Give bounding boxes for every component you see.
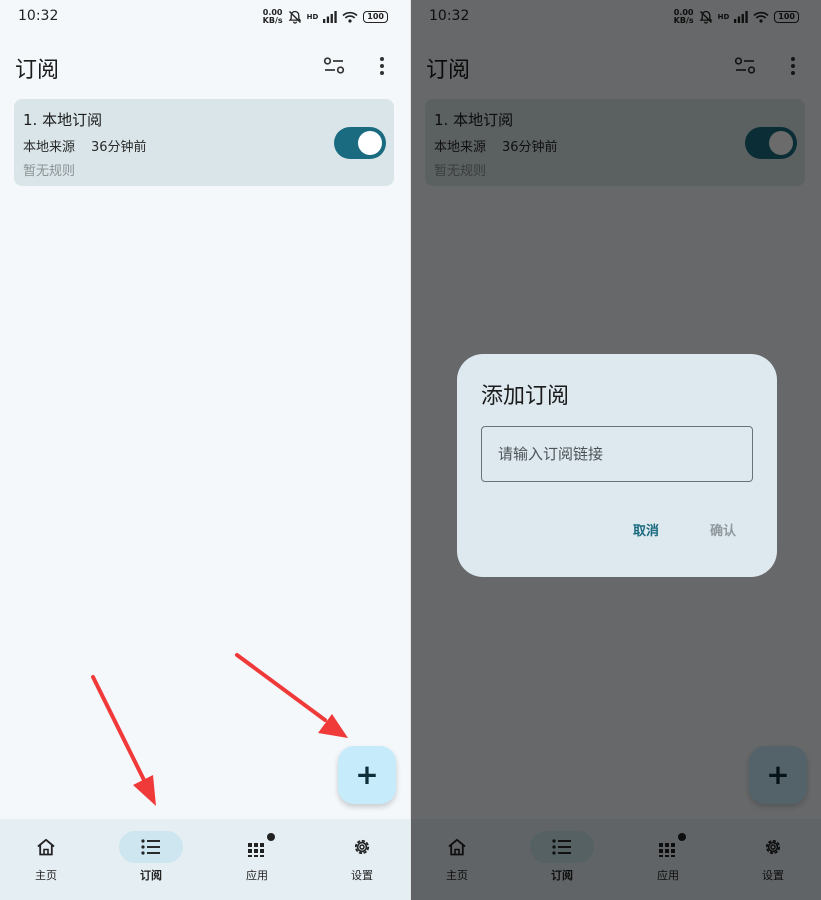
more-options-button[interactable]	[366, 50, 398, 82]
annotation-arrow-nav-shaft	[91, 675, 146, 782]
subscription-source: 本地来源	[23, 140, 76, 155]
gear-icon	[354, 839, 370, 855]
apps-notification-badge	[267, 833, 275, 841]
apps-grid-icon	[248, 843, 264, 857]
annotation-arrow-fab-shaft	[235, 653, 327, 722]
bell-muted-icon	[288, 10, 301, 24]
add-subscription-dialog: 添加订阅 取消 确认	[457, 354, 777, 577]
hd-badge: HD	[306, 13, 319, 21]
status-time: 10:32	[18, 8, 59, 24]
nav-item-subscriptions[interactable]: 订阅	[111, 831, 191, 891]
filter-button[interactable]	[318, 50, 350, 82]
nav-label-home: 主页	[35, 869, 57, 882]
status-icons: 0.00KB/s HD 100	[263, 8, 388, 26]
more-vert-icon	[380, 57, 384, 75]
nav-label-subscriptions: 订阅	[140, 869, 162, 882]
nav-item-settings[interactable]: 设置	[322, 831, 402, 891]
toggle-knob	[358, 131, 382, 155]
cancel-button[interactable]: 取消	[633, 520, 659, 539]
nav-label-settings: 设置	[351, 869, 373, 882]
net-speed-indicator: 0.00KB/s	[262, 8, 283, 25]
wifi-icon	[342, 11, 358, 23]
plus-icon: +	[355, 758, 379, 791]
screen-add-subscription-dialog: 10:32 0.00KB/s HD 100 订阅 1. 本地订阅 本地来源 36…	[411, 0, 821, 900]
add-subscription-fab[interactable]: +	[338, 746, 396, 804]
filter-sliders-icon	[323, 57, 345, 74]
subscription-rules: 暂无规则	[23, 164, 76, 179]
confirm-button[interactable]: 确认	[710, 520, 736, 539]
page-title: 订阅	[15, 58, 60, 83]
subscription-url-input[interactable]	[481, 426, 753, 482]
subscription-toggle[interactable]	[334, 127, 386, 159]
status-bar: 10:32 0.00KB/s HD 100	[0, 0, 410, 34]
dialog-title: 添加订阅	[481, 384, 570, 409]
annotation-arrow-fab-head	[318, 714, 348, 738]
nav-item-apps[interactable]: 应用	[217, 831, 297, 891]
screen-subscriptions: 10:32 0.00 KB/s HD 100 订阅 1. 本地订阅 本地来源 36…	[0, 0, 410, 900]
bottom-navigation: 主页 订阅 应用 设置	[0, 819, 410, 900]
nav-item-home[interactable]: 主页	[6, 831, 86, 891]
battery-indicator: 100	[363, 11, 388, 23]
annotation-arrow-nav-head	[133, 775, 156, 806]
app-bar: 订阅	[0, 44, 410, 88]
home-icon	[37, 838, 55, 856]
nav-label-apps: 应用	[246, 869, 268, 882]
subscription-updated-time: 36分钟前	[91, 140, 147, 155]
subscription-card[interactable]: 1. 本地订阅 本地来源 36分钟前 暂无规则	[14, 99, 394, 186]
signal-icon	[323, 11, 337, 23]
subscription-title: 1. 本地订阅	[23, 111, 103, 129]
list-icon	[141, 839, 160, 855]
